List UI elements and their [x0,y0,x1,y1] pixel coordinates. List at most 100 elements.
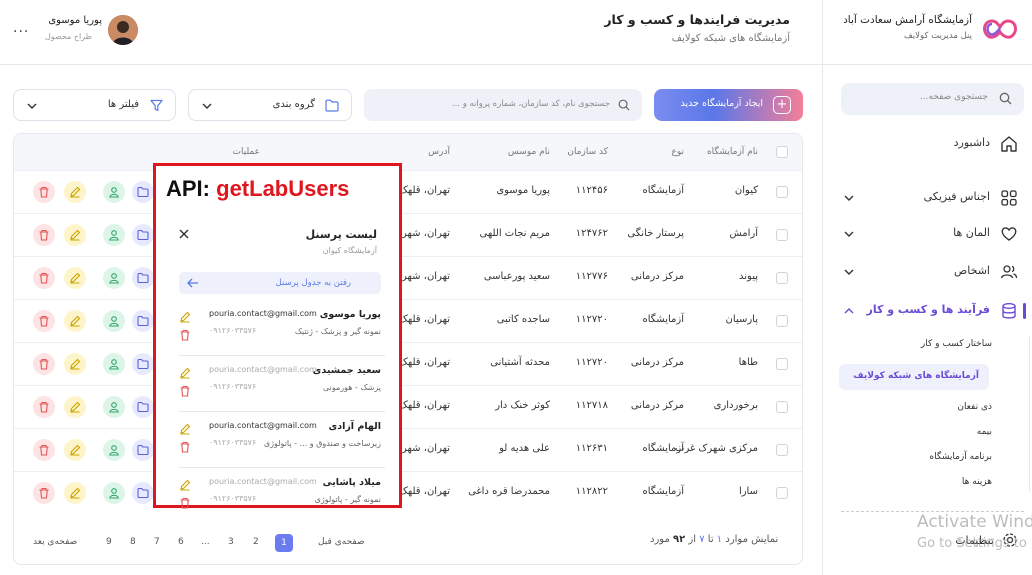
sidebar-item-business-processes[interactable]: فرآیند ها و کسب و کار [833,300,1018,322]
page-search-input[interactable]: جستجوی صفحه... [841,83,1024,115]
close-icon[interactable] [178,228,190,240]
sidebar-item-elements[interactable]: المان ها [833,223,1018,245]
edit-button[interactable] [64,353,86,375]
user-icon [109,402,119,413]
delete-button[interactable] [33,181,55,203]
submenu-item-insurance[interactable]: بیمه [977,427,992,437]
submenu-item-lab-schedule[interactable]: برنامه آزمایشگاه [929,452,992,462]
folder-button[interactable] [132,482,154,504]
table-row[interactable]: طاها مرکز درمانی ۱۱۲۷۲۰ محدثه آشتیانی تهران،… [14,342,802,385]
folder-button[interactable] [132,396,154,418]
page-button-8[interactable]: 8 [130,537,136,547]
row-checkbox[interactable] [776,401,788,413]
page-button-1[interactable]: 1 [275,534,293,552]
edit-button[interactable] [64,439,86,461]
delete-person-button[interactable] [179,438,191,457]
edit-person-button[interactable] [179,364,191,383]
edit-person-button[interactable] [179,308,191,327]
folder-button[interactable] [132,310,154,332]
row-checkbox[interactable] [776,487,788,499]
page-button-7[interactable]: 7 [154,537,160,547]
page-button-2[interactable]: 2 [253,537,259,547]
table-row[interactable]: سارا آزمایشگاه ۱۱۲۸۲۲ محمدرضا قره داغی تهران… [14,471,802,514]
personnel-button[interactable] [103,353,125,375]
table-row[interactable]: کیوان آزمایشگاه ۱۱۲۴۵۶ پوریا موسوی تهران، قل… [14,170,802,213]
header-type: نوع [671,147,684,157]
personnel-item: میلاد پاشایی نمونه گیر - پاتولوژی pouria.c… [179,471,385,523]
person-email: pouria.contact@gmail.com [209,365,317,374]
next-page-button[interactable]: صفحه‌ی بعد [33,537,77,547]
sidebar-item-physical-goods[interactable]: اجناس فیزیکی [833,187,1018,209]
sidebar-item-people[interactable]: اشخاص [833,261,1018,283]
submenu-item-business-structure[interactable]: ساختار کسب و کار [921,339,992,349]
row-checkbox[interactable] [776,229,788,241]
personnel-button[interactable] [103,396,125,418]
table-row[interactable]: مرکزی شهرک غرب آزمایشگاه ۱۱۲۶۳۱ علی هدیه لو… [14,428,802,471]
pencil-icon [180,367,191,379]
personnel-button[interactable] [103,224,125,246]
submenu-item-stakeholders[interactable]: ذی نفعان [957,402,992,412]
edit-button[interactable] [64,181,86,203]
row-checkbox[interactable] [776,358,788,370]
brand-title: آزمایشگاه آرامش سعادت آباد [843,14,972,26]
row-checkbox[interactable] [776,444,788,456]
cell-address: تهران، قلهک [398,400,450,411]
table-row[interactable]: پیوند مرکز درمانی ۱۱۲۷۷۶ سعید پورعباسی تهران… [14,256,802,299]
delete-button[interactable] [33,267,55,289]
row-checkbox[interactable] [776,315,788,327]
divider [179,355,385,356]
create-lab-button[interactable]: + ایجاد آزمایشگاه جدید [654,89,803,121]
delete-button[interactable] [33,310,55,332]
delete-person-button[interactable] [179,382,191,401]
edit-button[interactable] [64,224,86,246]
delete-person-button[interactable] [179,494,191,513]
row-checkbox[interactable] [776,272,788,284]
create-lab-label: ایجاد آزمایشگاه جدید [680,98,763,109]
delete-button[interactable] [33,224,55,246]
pencil-icon [70,229,81,241]
page-button-3[interactable]: 3 [228,537,234,547]
submenu-item-network-labs[interactable]: آزمایشگاه های شبکه کولایف [839,364,989,390]
filters-dropdown[interactable]: فیلتر ها [13,89,176,121]
personnel-button[interactable] [103,267,125,289]
edit-button[interactable] [64,310,86,332]
avatar[interactable] [108,15,138,45]
edit-person-button[interactable] [179,476,191,495]
folder-icon [137,315,149,327]
folder-button[interactable] [132,224,154,246]
trash-icon [180,329,190,341]
page-button-6[interactable]: 6 [178,537,184,547]
group-by-dropdown[interactable]: گروه بندی [188,89,352,121]
more-options-icon[interactable]: ... [13,20,29,36]
edit-button[interactable] [64,396,86,418]
select-all-checkbox[interactable] [776,146,788,158]
page-button-9[interactable]: 9 [106,537,112,547]
personnel-button[interactable] [103,310,125,332]
table-search-input[interactable]: جستجوی نام، کد سازمان، شماره پروانه و ..… [364,89,642,121]
delete-person-button[interactable] [179,326,191,345]
submenu-item-costs[interactable]: هزینه ها [962,477,992,487]
go-to-personnel-table-button[interactable]: رفتن به جدول پرسنل [179,272,381,294]
row-checkbox[interactable] [776,186,788,198]
delete-button[interactable] [33,396,55,418]
folder-button[interactable] [132,181,154,203]
delete-button[interactable] [33,439,55,461]
edit-button[interactable] [64,267,86,289]
edit-person-button[interactable] [179,420,191,439]
active-indicator [1023,303,1026,319]
prev-page-button[interactable]: صفحه‌ی قبل [318,537,365,547]
delete-button[interactable] [33,353,55,375]
delete-button[interactable] [33,482,55,504]
personnel-button[interactable] [103,181,125,203]
table-row[interactable]: آرامش پرستار خانگی ۱۲۴۷۶۲ مریم نجات اللهی ته… [14,213,802,256]
personnel-button[interactable] [103,439,125,461]
personnel-button[interactable] [103,482,125,504]
folder-button[interactable] [132,439,154,461]
page-subtitle: آزمایشگاه های شبکه کولایف [671,33,790,44]
table-row[interactable]: برخورداری مرکز درمانی ۱۱۲۷۱۸ کوثر خنک دار ته… [14,385,802,428]
table-row[interactable]: پارسیان آزمایشگاه ۱۱۲۷۲۰ ساجده کاتبی تهران، … [14,299,802,342]
sidebar-item-dashboard[interactable]: داشبورد [833,133,1018,155]
folder-button[interactable] [132,353,154,375]
folder-button[interactable] [132,267,154,289]
edit-button[interactable] [64,482,86,504]
